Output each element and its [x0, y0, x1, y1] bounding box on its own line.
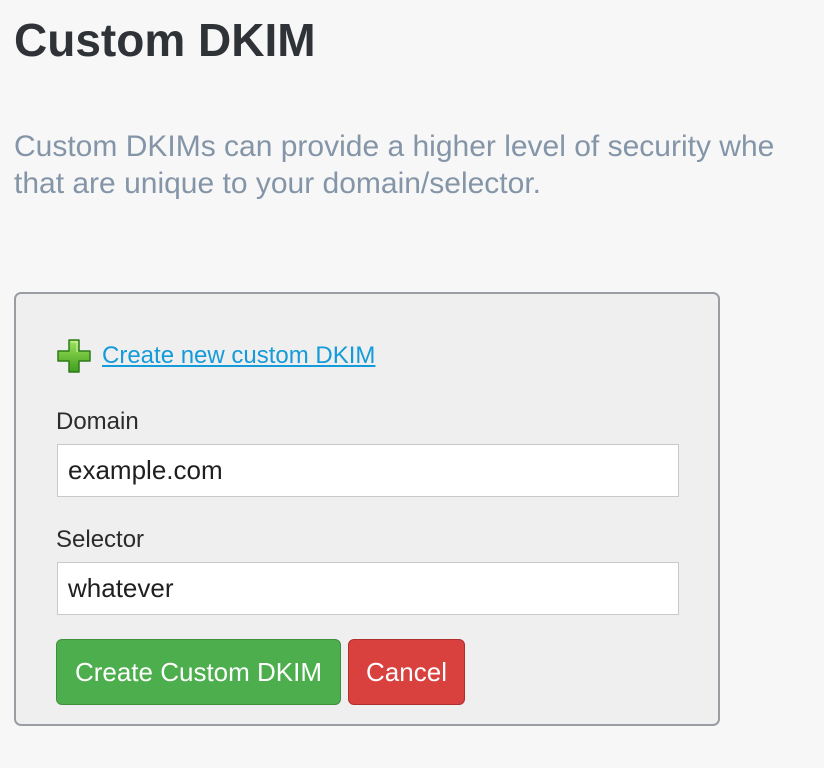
- page-title: Custom DKIM: [14, 14, 316, 66]
- page-description: Custom DKIMs can provide a higher level …: [14, 128, 824, 202]
- create-custom-dkim-button[interactable]: Create Custom DKIM: [56, 639, 341, 705]
- plus-icon[interactable]: [56, 338, 92, 374]
- selector-input[interactable]: [57, 562, 679, 615]
- create-new-custom-dkim-link[interactable]: Create new custom DKIM: [102, 342, 375, 370]
- selector-label: Selector: [56, 526, 145, 553]
- domain-label: Domain: [56, 408, 139, 435]
- description-line-2: that are unique to your domain/selector.: [14, 167, 541, 200]
- custom-dkim-form-panel: Create new custom DKIM Domain Selector C…: [14, 292, 720, 726]
- description-line-1: Custom DKIMs can provide a higher level …: [14, 130, 775, 163]
- create-dkim-row: Create new custom DKIM: [56, 338, 375, 374]
- cancel-button[interactable]: Cancel: [348, 639, 465, 705]
- domain-input[interactable]: [57, 444, 679, 497]
